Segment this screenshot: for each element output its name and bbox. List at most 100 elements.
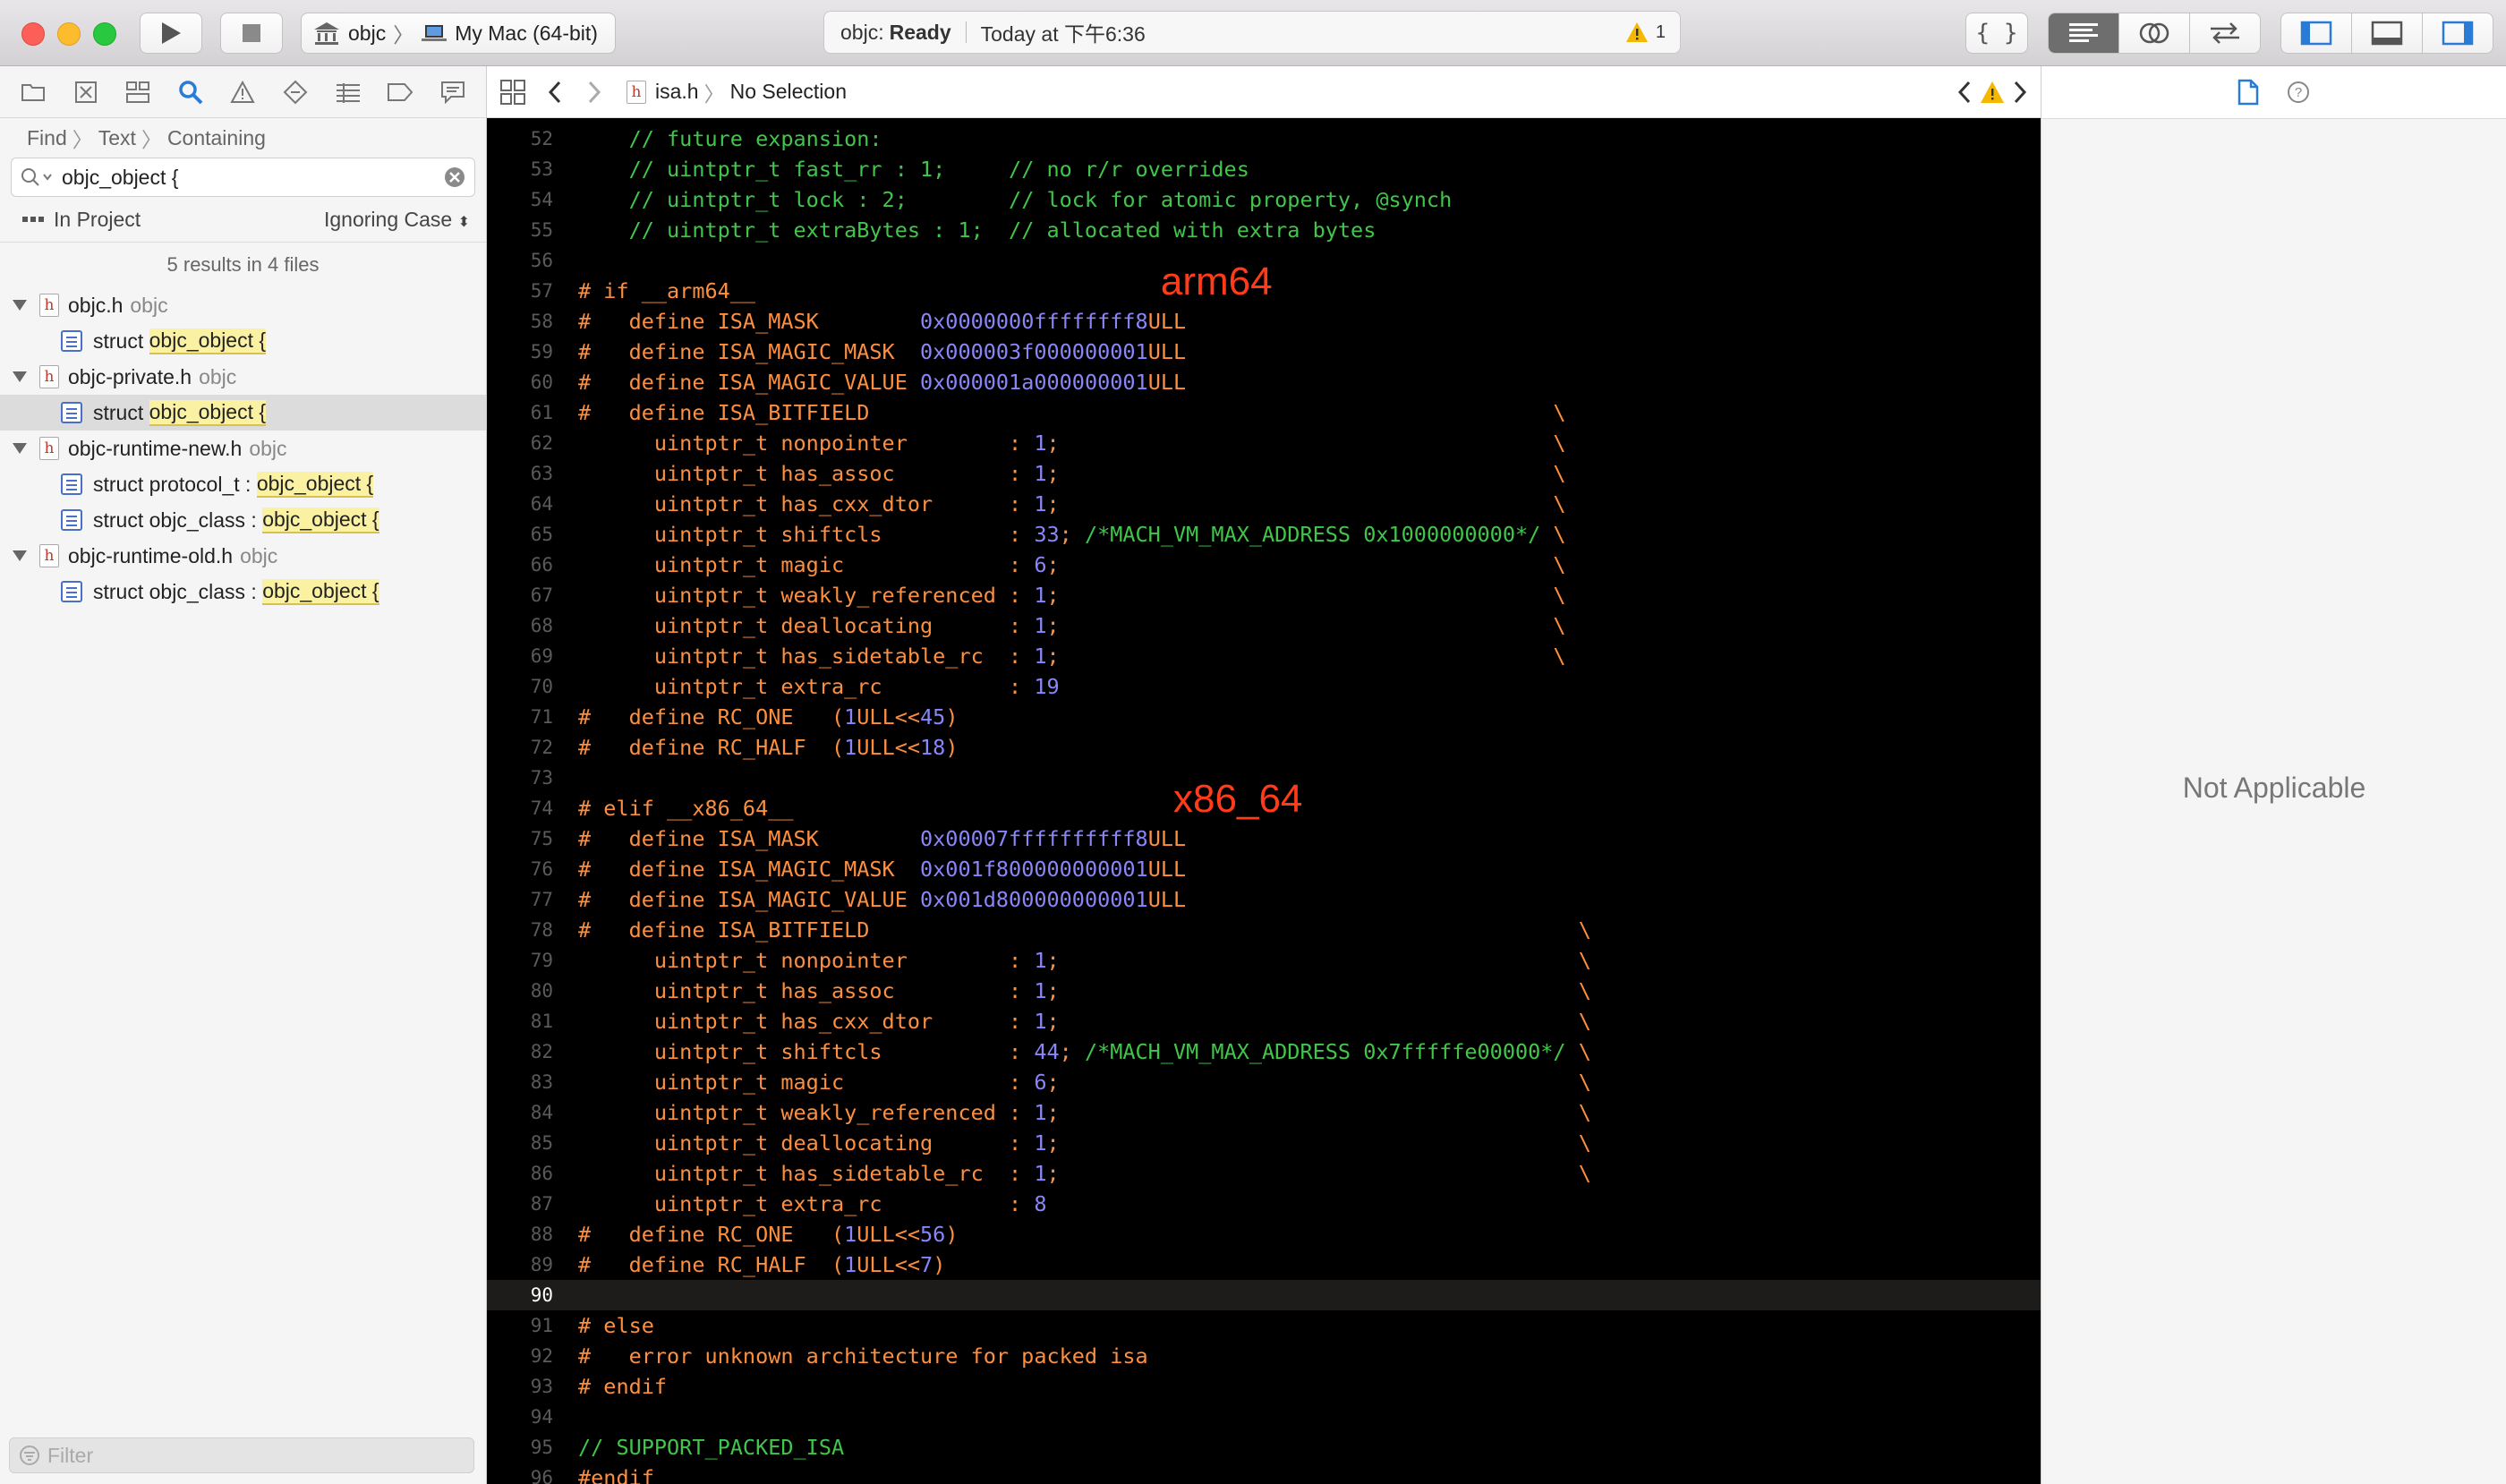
- jump-file[interactable]: isa.h: [655, 80, 699, 104]
- line-number[interactable]: 90: [487, 1280, 553, 1310]
- code-line[interactable]: 60 # define ISA_MAGIC_VALUE 0x000001a0000…: [487, 367, 2041, 397]
- clear-search-icon[interactable]: [444, 166, 465, 188]
- line-number[interactable]: 85: [487, 1128, 553, 1158]
- line-number[interactable]: 92: [487, 1341, 553, 1371]
- case-mode-selector[interactable]: Ignoring Case ⬍: [324, 208, 470, 232]
- back-arrow-icon[interactable]: [546, 80, 564, 105]
- previous-issue-icon[interactable]: [1956, 80, 1973, 105]
- code-line[interactable]: 79 uintptr_t nonpointer : 1; \: [487, 945, 2041, 976]
- run-button[interactable]: [140, 13, 202, 54]
- line-number[interactable]: 59: [487, 337, 553, 367]
- line-number[interactable]: 84: [487, 1097, 553, 1128]
- code-line[interactable]: 96 #endif: [487, 1463, 2041, 1484]
- jump-selection[interactable]: No Selection: [730, 80, 847, 104]
- line-number[interactable]: 57: [487, 276, 553, 306]
- result-match-row-selected[interactable]: struct objc_object {: [0, 395, 486, 431]
- line-number[interactable]: 87: [487, 1189, 553, 1219]
- code-line[interactable]: 55 // uintptr_t extraBytes : 1; // alloc…: [487, 215, 2041, 245]
- result-match-row[interactable]: struct objc_class : objc_object {: [0, 574, 486, 610]
- code-line[interactable]: 69 uintptr_t has_sidetable_rc : 1; \: [487, 641, 2041, 671]
- line-number[interactable]: 96: [487, 1463, 553, 1484]
- line-number[interactable]: 65: [487, 519, 553, 550]
- code-line[interactable]: 94: [487, 1402, 2041, 1432]
- find-mode-breadcrumb[interactable]: Find 〉 Text 〉 Containing: [0, 118, 486, 158]
- code-line[interactable]: 53 // uintptr_t fast_rr : 1; // no r/r o…: [487, 154, 2041, 184]
- find-crumb-match[interactable]: Containing: [167, 126, 266, 150]
- folder-icon[interactable]: [20, 79, 47, 106]
- code-line[interactable]: 82 uintptr_t shiftcls : 44; /*MACH_VM_MA…: [487, 1036, 2041, 1067]
- quick-help-icon[interactable]: ?: [2286, 80, 2311, 105]
- find-crumb-type[interactable]: Text: [98, 126, 136, 150]
- report-icon[interactable]: [439, 79, 466, 106]
- code-line[interactable]: 93 # endif: [487, 1371, 2041, 1402]
- breakpoint-icon[interactable]: [387, 79, 413, 106]
- debug-icon[interactable]: [335, 79, 362, 106]
- line-number[interactable]: 79: [487, 945, 553, 976]
- minimize-window-button[interactable]: [57, 22, 81, 46]
- disclosure-triangle-icon[interactable]: [13, 371, 27, 382]
- line-number[interactable]: 52: [487, 124, 553, 154]
- code-line[interactable]: 68 uintptr_t deallocating : 1; \: [487, 610, 2041, 641]
- code-line[interactable]: 92 # error unknown architecture for packe…: [487, 1341, 2041, 1371]
- code-line[interactable]: 70 uintptr_t extra_rc : 19: [487, 671, 2041, 702]
- code-line[interactable]: 63 uintptr_t has_assoc : 1; \: [487, 458, 2041, 489]
- line-number[interactable]: 76: [487, 854, 553, 884]
- code-line[interactable]: 52 // future expansion:: [487, 124, 2041, 154]
- line-number[interactable]: 58: [487, 306, 553, 337]
- disclosure-triangle-icon[interactable]: [13, 443, 27, 454]
- line-number[interactable]: 86: [487, 1158, 553, 1189]
- code-line[interactable]: 78 # define ISA_BITFIELD \: [487, 915, 2041, 945]
- code-line[interactable]: 86 uintptr_t has_sidetable_rc : 1; \: [487, 1158, 2041, 1189]
- line-number[interactable]: 88: [487, 1219, 553, 1249]
- issue-icon[interactable]: [229, 79, 256, 106]
- line-number[interactable]: 71: [487, 702, 553, 732]
- line-number[interactable]: 62: [487, 428, 553, 458]
- search-icon[interactable]: [177, 79, 204, 106]
- line-number[interactable]: 61: [487, 397, 553, 428]
- code-line[interactable]: 61 # define ISA_BITFIELD \: [487, 397, 2041, 428]
- close-window-button[interactable]: [21, 22, 45, 46]
- line-number[interactable]: 94: [487, 1402, 553, 1432]
- file-inspector-icon[interactable]: [2238, 79, 2259, 106]
- line-number[interactable]: 60: [487, 367, 553, 397]
- result-file-row[interactable]: h objc-private.h objc: [0, 359, 486, 395]
- forward-arrow-icon[interactable]: [585, 80, 603, 105]
- standard-editor-button[interactable]: [2049, 13, 2119, 53]
- line-number[interactable]: 83: [487, 1067, 553, 1097]
- code-line[interactable]: 85 uintptr_t deallocating : 1; \: [487, 1128, 2041, 1158]
- code-line[interactable]: 84 uintptr_t weakly_referenced : 1; \: [487, 1097, 2041, 1128]
- result-match-row[interactable]: struct objc_class : objc_object {: [0, 502, 486, 538]
- line-number[interactable]: 89: [487, 1249, 553, 1280]
- result-file-row[interactable]: h objc-runtime-new.h objc: [0, 431, 486, 466]
- code-line-current[interactable]: 90: [487, 1280, 2041, 1310]
- line-number[interactable]: 68: [487, 610, 553, 641]
- line-number[interactable]: 73: [487, 763, 553, 793]
- stop-button[interactable]: [220, 13, 283, 54]
- version-editor-button[interactable]: [2190, 13, 2260, 53]
- assistant-editor-button[interactable]: [2119, 13, 2190, 53]
- toggle-inspector-button[interactable]: [2423, 13, 2493, 53]
- line-number[interactable]: 72: [487, 732, 553, 763]
- code-line[interactable]: 87 uintptr_t extra_rc : 8: [487, 1189, 2041, 1219]
- scheme-selector[interactable]: objc 〉 My Mac (64-bit): [301, 13, 616, 54]
- library-button[interactable]: { }: [1965, 13, 2028, 54]
- result-match-row[interactable]: struct protocol_t : objc_object {: [0, 466, 486, 502]
- code-line[interactable]: 66 uintptr_t magic : 6; \: [487, 550, 2041, 580]
- source-control-icon[interactable]: [72, 79, 99, 106]
- toggle-debug-area-button[interactable]: [2352, 13, 2423, 53]
- line-number[interactable]: 91: [487, 1310, 553, 1341]
- line-number[interactable]: 55: [487, 215, 553, 245]
- code-line[interactable]: 91 # else: [487, 1310, 2041, 1341]
- code-line[interactable]: 67 uintptr_t weakly_referenced : 1; \: [487, 580, 2041, 610]
- line-number[interactable]: 80: [487, 976, 553, 1006]
- code-line[interactable]: 83 uintptr_t magic : 6; \: [487, 1067, 2041, 1097]
- line-number[interactable]: 82: [487, 1036, 553, 1067]
- search-options-icon[interactable]: [19, 166, 55, 188]
- code-line[interactable]: 80 uintptr_t has_assoc : 1; \: [487, 976, 2041, 1006]
- zoom-window-button[interactable]: [93, 22, 116, 46]
- line-number[interactable]: 75: [487, 823, 553, 854]
- line-number[interactable]: 53: [487, 154, 553, 184]
- result-file-row[interactable]: h objc-runtime-old.h objc: [0, 538, 486, 574]
- code-line[interactable]: 54 // uintptr_t lock : 2; // lock for at…: [487, 184, 2041, 215]
- disclosure-triangle-icon[interactable]: [13, 550, 27, 561]
